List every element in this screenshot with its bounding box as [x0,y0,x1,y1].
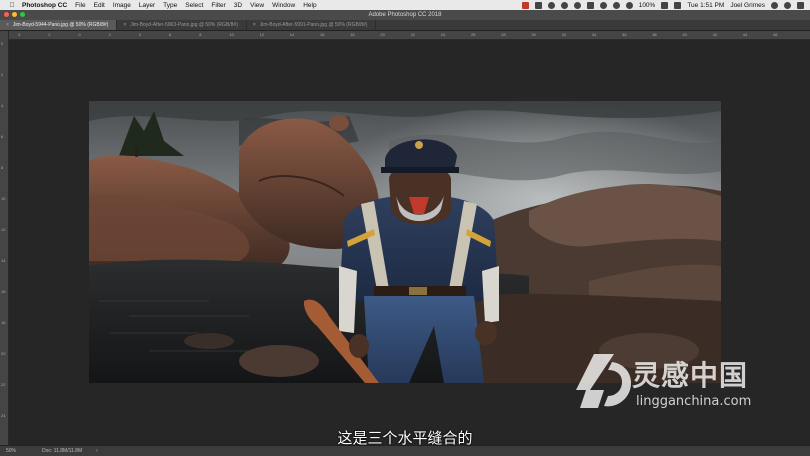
wifi-icon[interactable] [612,1,620,9]
dropbox-icon[interactable] [560,1,568,9]
composite-photo [89,101,721,383]
menu-edit[interactable]: Edit [94,2,105,9]
ruler-tick-label: 0 [1,41,4,46]
apple-icon[interactable]:  [8,2,16,9]
notification-center-icon[interactable] [797,1,804,9]
bluetooth-icon[interactable] [599,1,607,9]
ruler-tick-label: 24 [1,413,6,418]
menu-file[interactable]: File [75,2,85,9]
menu-help[interactable]: Help [303,2,316,9]
ruler-tick-label: 4 [1,103,4,108]
ruler-tick-label: 14 [1,258,6,263]
horizontal-ruler[interactable]: 4 2 0 2 4 6 8 10 12 14 16 18 20 22 24 26 28 30 32 34 36 38 40 4… [8,31,810,40]
ruler-tick-label: 2 [108,32,111,37]
timemachine-icon[interactable] [573,1,581,9]
ruler-tick-label: 14 [289,32,295,37]
menu-app-name[interactable]: Photoshop CC [22,2,67,9]
tab-label: Jim-Boyd-After-5991-Pano.jpg @ 50% (RGB/… [259,22,368,28]
ruler-tick-label: 40 [682,32,687,37]
status-menu-arrow-icon[interactable]: › [96,448,98,454]
battery-icon[interactable] [661,1,669,9]
ruler-tick-label: 12 [1,227,6,232]
ruler-tick-label: 16 [1,289,6,294]
ruler-tick-label: 4 [138,32,142,37]
clock[interactable]: Tue 1:51 PM [687,2,724,9]
ruler-tick-label: 16 [320,32,325,37]
volume-icon[interactable] [625,1,633,9]
ruler-tick-label: 8 [199,32,202,37]
menu-window[interactable]: Window [272,2,295,9]
ruler-tick-label: 28 [501,32,506,37]
search-icon[interactable] [771,1,778,9]
ruler-tick-label: 34 [591,32,597,37]
ruler-tick-label: 10 [1,196,6,201]
close-tab-icon[interactable]: × [253,22,256,28]
zoom-level[interactable]: 50% [6,448,16,454]
menu-select[interactable]: Select [185,2,203,9]
watermark-url: lingganchina.com [636,394,752,409]
ruler-tick-label: 0 [78,32,81,37]
ruler-tick-label: 44 [742,32,748,37]
ruler-tick-label: 36 [622,32,627,37]
ruler-tick-label: 22 [1,382,6,387]
status-menus: 100% Tue 1:51 PM Joel Grimes [521,0,804,10]
ruler-tick-label: 18 [1,320,6,325]
close-tab-icon[interactable]: × [6,22,9,28]
tab-label: Jim-Boyd-After-5963-Pano.jpg @ 50% (RGB/… [130,22,238,28]
menu-image[interactable]: Image [113,2,131,9]
ruler-tick-label: 2 [48,32,51,37]
tab-document-2[interactable]: × Jim-Boyd-After-5963-Pano.jpg @ 50% (RGB… [117,20,247,30]
ruler-tick-label: 6 [169,32,172,37]
sync-icon[interactable] [547,1,555,9]
menu-filter[interactable]: Filter [211,2,225,9]
ruler-tick-label: 18 [350,32,355,37]
window-title: Adobe Photoshop CC 2018 [368,12,442,18]
ruler-tick-label: 32 [561,32,567,37]
document-tabs: × Jim-Boyd-5944-Pano.jpg @ 50% (RGB/8#) ×… [0,20,810,31]
display-icon[interactable] [586,1,594,9]
vertical-ruler[interactable]: 0 2 4 6 8 10 12 14 16 18 20 22 24 [0,31,9,445]
siri-icon[interactable] [784,1,791,9]
ruler-tick-label: 30 [531,32,536,37]
menu-3d[interactable]: 3D [234,2,242,9]
record-icon[interactable] [521,1,529,9]
ruler-tick-label: 42 [712,32,718,37]
menu-layer[interactable]: Layer [139,2,155,9]
ruler-tick-label: 4 [18,32,21,37]
ruler-tick-label: 20 [380,32,385,37]
watermark-logo-icon [576,354,632,408]
ruler-tick-label: 12 [259,32,265,37]
menu-view[interactable]: View [250,2,264,9]
document-image[interactable] [89,101,721,383]
ruler-tick-label: 20 [1,351,6,356]
ruler-tick-label: 8 [1,165,4,170]
tab-document-1[interactable]: × Jim-Boyd-5944-Pano.jpg @ 50% (RGB/8#) [0,20,118,30]
flag-icon[interactable] [674,1,682,9]
ruler-tick-label: 46 [773,32,778,37]
video-subtitle: 这是三个水平缝合的 [337,430,473,447]
tab-label: Jim-Boyd-5944-Pano.jpg @ 50% (RGB/8#) [12,22,109,28]
screen-icon[interactable] [534,1,542,9]
watermark: 灵感中国 lingganchina.com [574,350,774,414]
ruler-tick-label: 38 [652,32,657,37]
close-tab-icon[interactable]: × [123,22,126,28]
tab-document-3[interactable]: × Jim-Boyd-After-5991-Pano.jpg @ 50% (RGB… [247,20,377,30]
doc-size[interactable]: Doc: 11.8M/11.8M [42,448,82,454]
ruler-tick-label: 2 [1,72,4,77]
ruler-tick-label: 26 [471,32,476,37]
ruler-tick-label: 10 [229,32,234,37]
ruler-tick-label: 24 [440,32,446,37]
mac-menubar:  Photoshop CC File Edit Image Layer Typ… [0,0,810,10]
battery-percent[interactable]: 100% [639,2,656,9]
user-name[interactable]: Joel Grimes [730,2,765,9]
menu-type[interactable]: Type [163,2,177,9]
ruler-tick-label: 22 [410,32,416,37]
watermark-name: 灵感中国 [632,359,749,392]
ruler-tick-label: 6 [1,134,4,139]
